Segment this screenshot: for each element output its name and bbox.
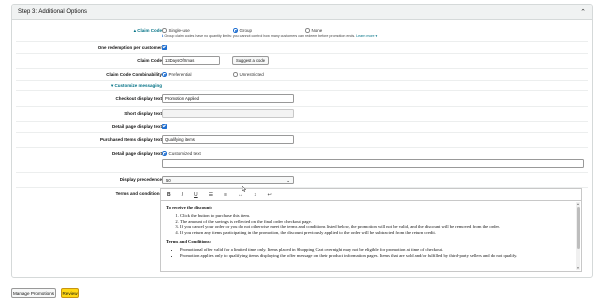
terms-heading-conditions: Terms and Conditions: <box>166 239 212 245</box>
divider <box>16 147 588 148</box>
purchased-items-label: Purchased Items display text <box>99 137 162 142</box>
radio-label: Preferential <box>168 72 192 77</box>
editor-toolbar: B I U ☰ ≡ ↔ ↕ ↩ <box>161 189 581 201</box>
divider <box>16 90 588 91</box>
radio-none[interactable]: None <box>305 28 322 33</box>
italic-button[interactable]: I <box>182 192 183 198</box>
claim-code-field-label: Claim Code <box>137 58 162 63</box>
review-button[interactable]: Review <box>61 288 79 298</box>
radio-circle <box>162 151 167 156</box>
chevron-down-icon: ⌄ <box>286 178 290 183</box>
editor-scrollbar[interactable]: ▲ ▼ <box>576 202 580 270</box>
radio-single-use[interactable]: Single-use <box>162 28 190 33</box>
display-precedence-label: Display precedence <box>119 177 162 182</box>
detail-page-display-checkbox[interactable] <box>162 124 167 129</box>
short-display-input[interactable] <box>162 109 294 118</box>
radio-circle <box>162 72 167 77</box>
radio-label: Group <box>239 28 253 33</box>
divider <box>16 172 588 173</box>
purchased-items-input[interactable]: Qualifying items <box>162 135 294 144</box>
radio-circle <box>233 72 238 77</box>
divider <box>16 80 588 81</box>
outdent-icon[interactable]: ↕ <box>254 192 257 198</box>
divider <box>16 41 588 42</box>
radio-label: Unrestricted <box>239 72 264 77</box>
claim-code-note: ℹ Group claim codes have no quantity lim… <box>162 34 377 38</box>
list-item: Promotion applies only to qualifying ite… <box>180 253 576 259</box>
terms-heading-receive: To receive the discount: <box>166 205 213 210</box>
panel-title: Step 3: Additional Options <box>18 9 88 15</box>
manage-promotions-button[interactable]: Manage Promotions <box>11 288 56 298</box>
divider <box>16 106 588 107</box>
radio-circle <box>162 28 167 33</box>
note-text: Group claim codes have no quantity limit… <box>164 34 356 38</box>
select-value: 50 <box>166 178 171 183</box>
indent-icon[interactable]: ↔ <box>238 192 243 198</box>
customize-messaging-link[interactable]: ▾ Customize messaging <box>111 83 162 89</box>
radio-customized-text[interactable]: Customized text <box>162 151 201 156</box>
chevron-up-icon[interactable]: ⌃ <box>580 8 586 16</box>
divider <box>16 132 588 133</box>
checkout-display-input[interactable]: Promotion Applied <box>162 94 294 103</box>
radio-circle <box>305 28 310 33</box>
scrollbar-thumb[interactable] <box>576 207 580 249</box>
claim-code-input[interactable]: 13DaysOfXmas <box>162 56 220 65</box>
checkout-display-label: Checkout display text <box>115 96 162 101</box>
radio-label: Single-use <box>168 28 190 33</box>
scroll-up-icon[interactable]: ▲ <box>576 202 580 206</box>
radio-label: Customized text <box>168 151 201 156</box>
editor-content[interactable]: To receive the discount: Click the butto… <box>161 201 581 271</box>
underline-button[interactable]: U <box>194 192 198 198</box>
one-redemption-checkbox[interactable] <box>162 45 167 50</box>
bulleted-list-icon[interactable]: ☰ <box>209 192 213 198</box>
radio-unrestricted[interactable]: Unrestricted <box>233 72 264 77</box>
short-display-label: Short display text <box>124 111 162 116</box>
one-redemption-label: One redemption per customer <box>97 45 162 50</box>
radio-group[interactable]: Group <box>233 28 252 33</box>
claim-code-label[interactable]: ▴ Claim Code <box>134 28 162 34</box>
divider <box>16 68 588 69</box>
learn-more-link[interactable]: Learn more ▾ <box>356 34 377 38</box>
mouse-pointer-icon <box>242 186 246 192</box>
scroll-down-icon[interactable]: ▼ <box>576 266 580 270</box>
divider <box>16 121 588 122</box>
terms-label: Terms and conditions <box>115 191 162 196</box>
list-item: If you return any items participating in… <box>180 230 576 236</box>
radio-label: None <box>311 28 323 33</box>
detail-page-text-label: Detail page display text <box>111 151 162 156</box>
radio-circle <box>233 28 238 33</box>
bold-button[interactable]: B <box>167 192 171 198</box>
display-precedence-select[interactable]: 50 ⌄ <box>162 176 294 184</box>
detail-page-display-label: Detail page display text <box>111 124 162 129</box>
numbered-list-icon[interactable]: ≡ <box>224 192 227 198</box>
conditions-list: Promotional offer valid for a limited ti… <box>166 247 576 258</box>
steps-list: Click the button to purchase this item. … <box>166 213 576 235</box>
detail-page-text-input[interactable] <box>162 159 584 168</box>
panel-header[interactable]: Step 3: Additional Options ⌃ <box>12 5 592 20</box>
undo-icon[interactable]: ↩ <box>268 192 272 198</box>
radio-preferential[interactable]: Preferential <box>162 72 192 77</box>
terms-editor[interactable]: B I U ☰ ≡ ↔ ↕ ↩ To receive the discount:… <box>160 188 582 272</box>
combinability-label: Claim Code Combinability <box>106 72 162 77</box>
suggest-code-button[interactable]: Suggest a code <box>232 56 269 65</box>
divider <box>16 53 588 54</box>
